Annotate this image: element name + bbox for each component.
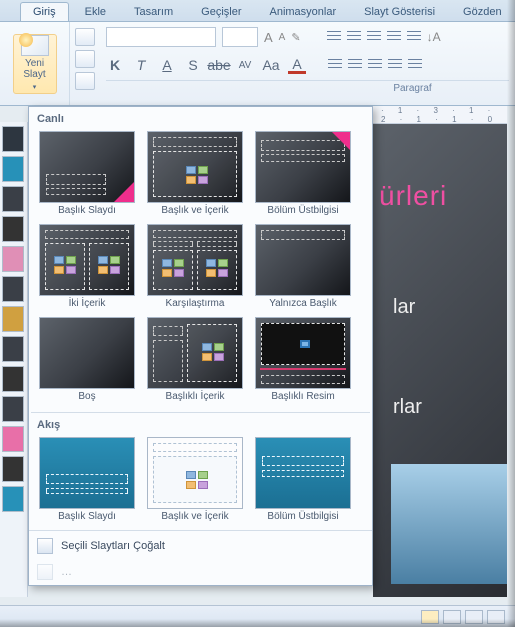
slide-thumbnail-panel[interactable] <box>0 122 28 597</box>
slide-canvas[interactable]: ürleri lar rlar <box>373 124 507 597</box>
strike-button[interactable]: abe <box>210 56 228 74</box>
thumbnail-slide[interactable] <box>2 246 24 272</box>
slide-title-fragment: ürleri <box>379 180 447 212</box>
status-bar <box>0 605 515 627</box>
layout-bolum-ustbilgisi[interactable]: Bölüm Üstbilgisi <box>253 129 353 218</box>
bullets-icon[interactable] <box>327 31 341 43</box>
thumbnail-slide[interactable] <box>2 216 24 242</box>
layout-baslikli-resim[interactable]: Başlıklı Resim <box>253 315 353 404</box>
layout-baslikli-icerik[interactable]: Başlıklı İçerik <box>145 315 245 404</box>
font-size-combo[interactable] <box>222 27 258 47</box>
view-sorter-button[interactable] <box>443 610 461 624</box>
reset-icon[interactable] <box>75 50 95 68</box>
layout-karsilastirma[interactable]: Karşılaştırma <box>145 222 245 311</box>
gallery-section-akis: Akış <box>31 415 370 433</box>
clear-formatting-icon[interactable]: ✎ <box>291 31 300 44</box>
line-spacing-icon[interactable] <box>407 31 421 43</box>
thumbnail-slide[interactable] <box>2 426 24 452</box>
underline-button[interactable]: A <box>158 56 176 74</box>
new-slide-gallery: Canlı Başlık Slaydı Başlık ve <box>28 106 373 586</box>
tab-ekle[interactable]: Ekle <box>73 3 118 21</box>
layout-baslik-ve-icerik[interactable]: Başlık ve İçerik <box>145 129 245 218</box>
layout-icon[interactable] <box>75 28 95 46</box>
shadow-button[interactable]: S <box>184 56 202 74</box>
new-slide-label: Yeni Slayt <box>14 58 56 80</box>
indent-left-icon[interactable] <box>367 31 381 43</box>
tab-gozden[interactable]: Gözden <box>451 3 514 21</box>
slide-graphic <box>391 464 507 584</box>
outline-icon <box>37 564 53 580</box>
thumbnail-slide[interactable] <box>2 336 24 362</box>
tab-gecisler[interactable]: Geçişler <box>189 3 253 21</box>
change-case-button[interactable]: Aa <box>262 56 280 74</box>
tab-slaytgosterisi[interactable]: Slayt Gösterisi <box>352 3 447 21</box>
text-direction-icon[interactable]: ↓A <box>427 30 441 44</box>
bold-button[interactable]: K <box>106 56 124 74</box>
ribbon-group-slides: Yeni Slayt ▾ <box>0 22 70 105</box>
justify-icon[interactable] <box>388 59 402 71</box>
numbering-icon[interactable] <box>347 31 361 43</box>
tab-animasyonlar[interactable]: Animasyonlar <box>257 3 348 21</box>
indent-right-icon[interactable] <box>387 31 401 43</box>
shrink-font-icon[interactable]: A <box>279 32 286 43</box>
layout-akis-baslik-slaydi[interactable]: Başlık Slaydı <box>37 435 137 524</box>
grow-font-icon[interactable]: A <box>264 30 273 45</box>
layout-yalnizca-baslik[interactable]: Yalnızca Başlık <box>253 222 353 311</box>
thumbnail-slide[interactable] <box>2 186 24 212</box>
char-spacing-button[interactable]: AV <box>236 56 254 74</box>
view-slideshow-button[interactable] <box>487 610 505 624</box>
group-label-paragraph: Paragraf <box>393 83 431 94</box>
layout-akis-bolum-ustbilgisi[interactable]: Bölüm Üstbilgisi <box>253 435 353 524</box>
new-slide-icon <box>21 35 49 56</box>
thumbnail-slide[interactable] <box>2 396 24 422</box>
thumbnail-slide[interactable] <box>2 306 24 332</box>
italic-button[interactable]: T <box>132 56 150 74</box>
thumbnail-slide[interactable] <box>2 276 24 302</box>
layout-bos[interactable]: Boş <box>37 315 137 404</box>
thumbnail-slide[interactable] <box>2 456 24 482</box>
tab-tasarim[interactable]: Tasarım <box>122 3 185 21</box>
ribbon-tabs: Giriş Ekle Tasarım Geçişler Animasyonlar… <box>0 0 515 22</box>
align-center-icon[interactable] <box>348 59 362 71</box>
font-color-button[interactable]: A <box>288 56 306 74</box>
font-family-combo[interactable] <box>106 27 216 47</box>
align-left-icon[interactable] <box>328 59 342 71</box>
horizontal-ruler: 1 · 8 · 1 · 2 · 1 · 3 · 1 · 2 · 1 · 1 · … <box>373 106 507 124</box>
new-slide-button[interactable]: Yeni Slayt ▾ <box>13 34 57 94</box>
align-right-icon[interactable] <box>368 59 382 71</box>
gallery-scroll[interactable]: Canlı Başlık Slaydı Başlık ve <box>29 107 372 528</box>
ribbon-mini-column <box>70 22 100 105</box>
ribbon-font-paragraph: A A ✎ ↓A K T A S abe AV Aa A <box>100 22 515 105</box>
section-icon[interactable] <box>75 72 95 90</box>
gallery-section-canli: Canlı <box>31 109 370 127</box>
layout-baslik-slaydi[interactable]: Başlık Slaydı <box>37 129 137 218</box>
slide-text-line-1: lar <box>393 296 415 319</box>
view-normal-button[interactable] <box>421 610 439 624</box>
columns-icon[interactable] <box>408 59 422 71</box>
duplicate-icon <box>37 538 53 554</box>
thumbnail-slide[interactable] <box>2 366 24 392</box>
layout-akis-baslik-ve-icerik[interactable]: Başlık ve İçerik <box>145 435 245 524</box>
menu-more-hidden[interactable]: … <box>29 559 372 585</box>
thumbnail-slide[interactable] <box>2 486 24 512</box>
thumbnail-slide[interactable] <box>2 156 24 182</box>
layout-iki-icerik[interactable]: İki İçerik <box>37 222 137 311</box>
slide-text-line-2: rlar <box>393 396 422 419</box>
ribbon: Yeni Slayt ▾ A A ✎ ↓A K T A <box>0 22 515 106</box>
tab-giris[interactable]: Giriş <box>20 2 69 21</box>
menu-duplicate-slides[interactable]: Seçili Slaytları Çoğalt <box>29 533 372 559</box>
view-reading-button[interactable] <box>465 610 483 624</box>
thumbnail-slide[interactable] <box>2 126 24 152</box>
